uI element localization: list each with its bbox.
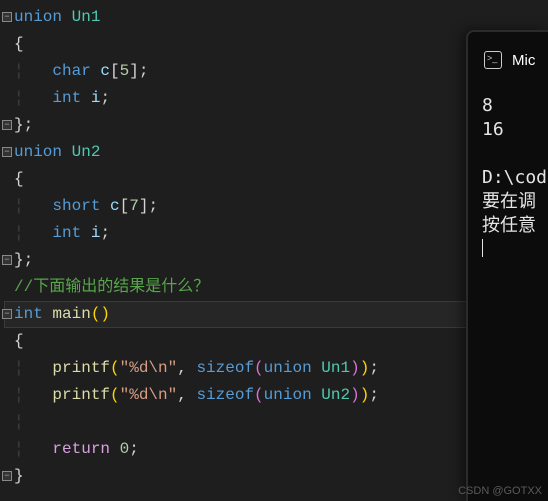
terminal-cursor: [482, 239, 483, 257]
fold-icon[interactable]: −: [2, 12, 12, 22]
output-line: 16: [482, 118, 548, 142]
watermark: CSDN @GOTXX: [458, 485, 542, 497]
output-line: 按任意: [482, 214, 548, 238]
code-line: −union Un1: [4, 4, 548, 31]
terminal-window[interactable]: Mic 8 16 D:\code 要在调 按任意: [466, 30, 548, 501]
output-line: 要在调: [482, 190, 548, 214]
output-line: D:\code: [482, 166, 548, 190]
fold-icon[interactable]: −: [2, 120, 12, 130]
terminal-icon: [484, 51, 502, 69]
fold-icon[interactable]: −: [2, 309, 12, 319]
terminal-output: 8 16 D:\code 要在调 按任意: [468, 88, 548, 262]
fold-icon[interactable]: −: [2, 147, 12, 157]
terminal-title: Mic: [512, 52, 535, 69]
terminal-titlebar[interactable]: Mic: [468, 32, 548, 88]
output-line: 8: [482, 94, 548, 118]
fold-icon[interactable]: −: [2, 471, 12, 481]
fold-icon[interactable]: −: [2, 255, 12, 265]
